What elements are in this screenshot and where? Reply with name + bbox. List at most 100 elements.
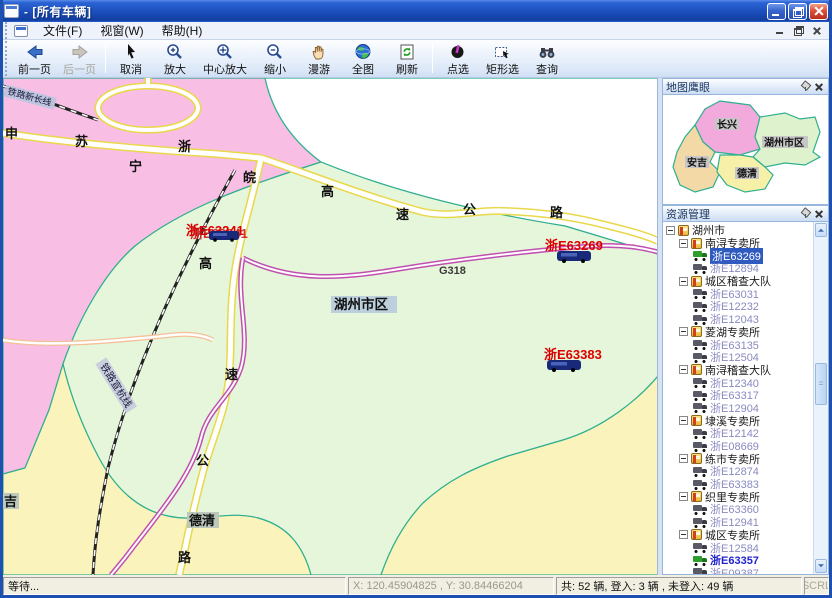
svg-text:公: 公 — [463, 202, 476, 217]
close-icon[interactable] — [812, 208, 825, 220]
toolbar-grip — [5, 41, 10, 76]
organization-icon — [691, 453, 702, 464]
zoom-in-icon — [165, 43, 185, 61]
truck-offline-icon — [693, 442, 707, 451]
expand-toggle[interactable] — [679, 416, 688, 425]
expand-toggle[interactable] — [679, 239, 688, 248]
overview-panel-title: 地图鹰眼 — [666, 79, 799, 95]
truck-offline-icon — [693, 391, 707, 400]
binoculars-icon — [537, 43, 557, 61]
truck-online-icon — [693, 556, 707, 565]
tree-node-vehicle[interactable]: 浙E09387 — [664, 567, 812, 574]
query-button[interactable]: 查询 — [525, 41, 569, 76]
full-extent-button[interactable]: 全图 — [341, 41, 385, 76]
region-label-anji-clipped: 吉 — [3, 493, 19, 509]
scroll-down-button[interactable] — [815, 559, 827, 573]
rect-select-button[interactable]: 矩形选 — [480, 41, 525, 76]
svg-text:皖: 皖 — [243, 170, 256, 185]
mdi-child-icon[interactable] — [14, 25, 28, 37]
svg-text:浙E63269: 浙E63269 — [545, 238, 603, 253]
resource-panel-titlebar: 资源管理 — [662, 205, 829, 222]
zoom-center-icon — [215, 43, 235, 61]
truck-online-icon — [693, 251, 707, 260]
toolbar-separator — [105, 44, 106, 73]
toolbar-separator — [432, 44, 433, 73]
window-title: - [所有车辆] — [24, 3, 91, 20]
expand-toggle[interactable] — [679, 277, 688, 286]
menu-file[interactable]: 文件(F) — [34, 21, 91, 40]
tree-scrollbar[interactable] — [813, 222, 828, 574]
svg-text:德清: 德清 — [736, 167, 757, 180]
arrow-right-icon — [70, 43, 90, 61]
menu-grip — [5, 22, 10, 39]
organization-icon — [691, 326, 702, 337]
arrow-left-icon — [25, 43, 45, 61]
organization-icon — [678, 225, 689, 236]
point-select-icon — [448, 43, 468, 61]
scroll-thumb[interactable] — [815, 363, 827, 405]
vehicle-marker[interactable]: 浙E63241 浙E63241 — [186, 223, 248, 242]
organization-icon — [691, 415, 702, 426]
minimize-button[interactable] — [767, 3, 786, 20]
overview-panel-titlebar: 地图鹰眼 — [662, 78, 829, 95]
expand-toggle[interactable] — [666, 226, 675, 235]
pin-icon[interactable] — [799, 81, 812, 93]
expand-toggle[interactable] — [679, 454, 688, 463]
svg-text:湖州市区: 湖州市区 — [764, 136, 804, 149]
center-zoom-tool-button[interactable]: 中心放大 — [197, 41, 253, 76]
svg-text:吉: 吉 — [4, 494, 17, 509]
city-label-huzhou: 湖州市区 — [331, 296, 397, 313]
svg-text:速: 速 — [396, 207, 409, 222]
truck-offline-icon — [693, 340, 707, 349]
expand-toggle[interactable] — [679, 530, 688, 539]
svg-text:苏: 苏 — [75, 134, 88, 149]
status-message: 等待... — [3, 577, 346, 595]
vehicle-counts: 共: 52 辆, 登入: 3 辆 , 未登入: 49 辆 — [556, 577, 802, 595]
pan-tool-button[interactable]: 漫游 — [297, 41, 341, 76]
menu-view[interactable]: 视窗(W) — [91, 21, 152, 40]
close-button[interactable] — [809, 3, 828, 20]
truck-offline-icon — [693, 378, 707, 387]
organization-icon — [691, 238, 702, 249]
g318-label: G318 — [439, 265, 466, 277]
point-select-button[interactable]: 点选 — [436, 41, 480, 76]
zoom-out-icon — [265, 43, 285, 61]
menu-help[interactable]: 帮助(H) — [153, 21, 212, 40]
zoom-in-tool-button[interactable]: 放大 — [153, 41, 197, 76]
truck-offline-icon — [693, 264, 707, 273]
next-page-button[interactable]: 后一页 — [57, 41, 102, 76]
zoom-out-tool-button[interactable]: 缩小 — [253, 41, 297, 76]
resource-panel: 资源管理 湖州市 南浔专卖所 浙E63269 浙E12894 城区稽查大队 浙E… — [662, 205, 829, 575]
mdi-minimize-button[interactable] — [773, 24, 788, 37]
refresh-button[interactable]: 刷新 — [385, 41, 429, 76]
cancel-tool-button[interactable]: 取消 — [109, 41, 153, 76]
organization-icon — [691, 529, 702, 540]
svg-text:宁: 宁 — [129, 159, 142, 174]
svg-text:公: 公 — [196, 453, 209, 468]
truck-offline-icon — [693, 480, 707, 489]
toolbar: 前一页 后一页 取消 放大 中心放大 — [3, 40, 829, 78]
expand-toggle[interactable] — [679, 365, 688, 374]
prev-page-button[interactable]: 前一页 — [12, 41, 57, 76]
mdi-close-button[interactable] — [809, 24, 824, 37]
expand-toggle[interactable] — [679, 492, 688, 501]
title-bar: - [所有车辆] — [0, 0, 832, 22]
overview-map[interactable]: 长兴 湖州市区 安吉 德清 — [662, 95, 829, 205]
truck-offline-icon — [693, 518, 707, 527]
map-canvas[interactable]: 申 苏 浙 宁 皖 高 速 公 路 高 速 公 路 G318 — [3, 78, 658, 575]
pan-hand-icon — [309, 43, 329, 61]
cursor-icon — [121, 43, 141, 61]
resource-tree: 湖州市 南浔专卖所 浙E63269 浙E12894 城区稽查大队 浙E63031… — [662, 222, 829, 575]
mdi-restore-button[interactable] — [791, 24, 806, 37]
scroll-up-button[interactable] — [815, 223, 827, 237]
restore-button[interactable] — [788, 3, 807, 20]
svg-text:浙: 浙 — [178, 139, 191, 154]
expand-toggle[interactable] — [679, 327, 688, 336]
pin-icon[interactable] — [799, 208, 812, 220]
truck-offline-icon — [693, 429, 707, 438]
close-icon[interactable] — [812, 81, 825, 93]
truck-offline-icon — [693, 353, 707, 362]
organization-icon — [691, 491, 702, 502]
truck-offline-icon — [693, 403, 707, 412]
rect-select-icon — [493, 43, 513, 61]
